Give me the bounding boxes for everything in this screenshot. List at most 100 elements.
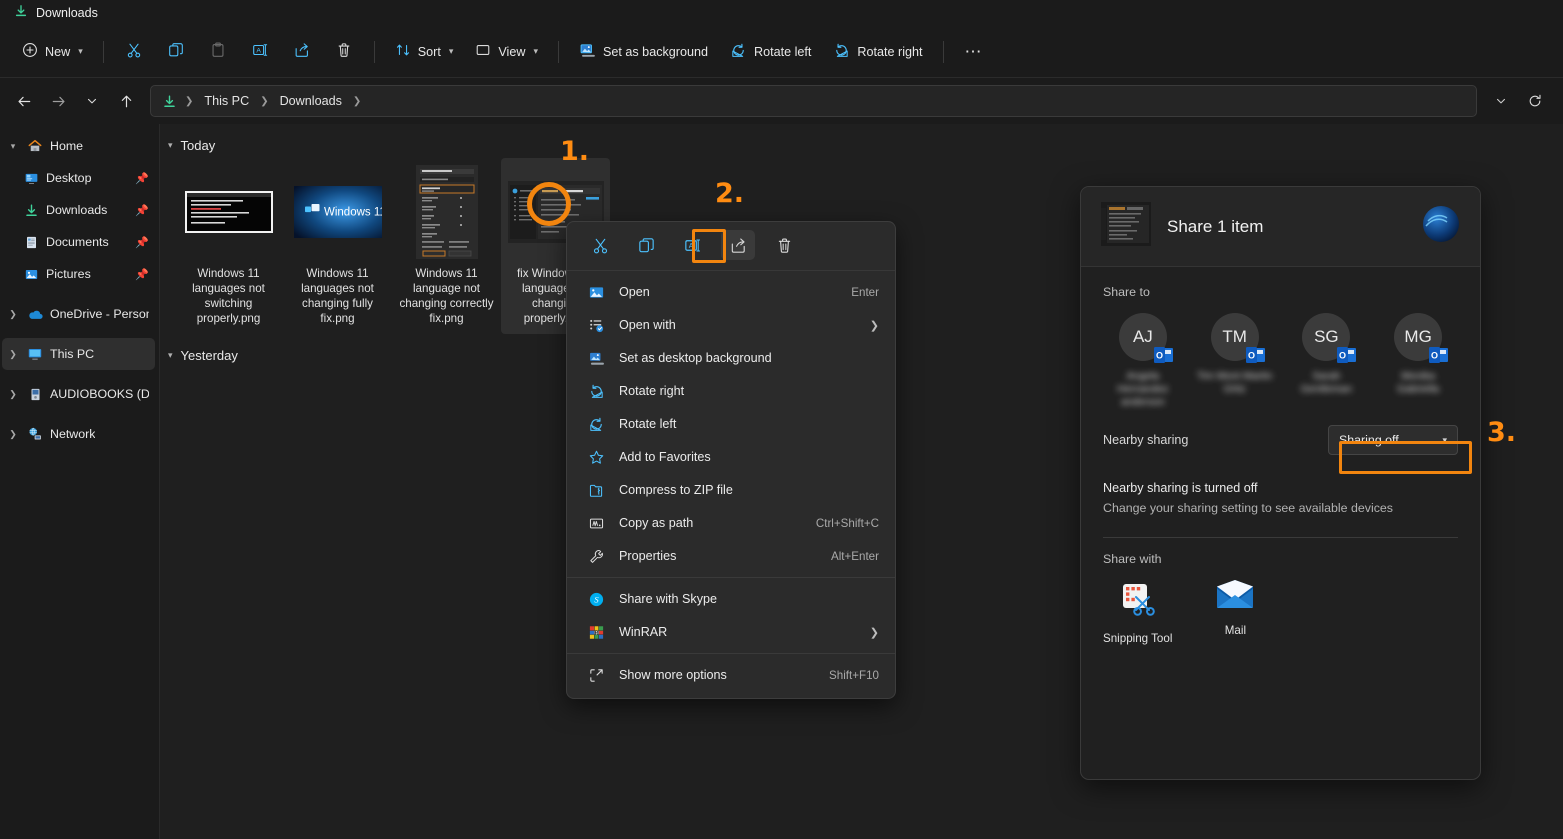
delete-menu-icon[interactable] (767, 230, 801, 260)
chevron-down-icon[interactable]: ▾ (2, 141, 24, 152)
chevron-down-icon[interactable]: ▾ (168, 140, 173, 151)
address-bar-actions (1485, 85, 1551, 117)
rename-button[interactable]: A (240, 35, 280, 69)
recent-locations-button[interactable] (76, 85, 108, 117)
cut-menu-icon[interactable] (583, 230, 617, 260)
file-tile[interactable]: Windows 11 Windows 11 languages not chan… (283, 158, 392, 334)
chevron-right-icon[interactable]: ❯ (2, 389, 24, 400)
breadcrumb-downloads[interactable]: Downloads (274, 91, 348, 111)
sidebar-item-this-pc[interactable]: ❯ This PC (2, 338, 155, 370)
pin-icon[interactable]: 📌 (135, 268, 149, 281)
file-name: Windows 11 languages not changing fully … (301, 267, 374, 325)
copy-button[interactable] (156, 35, 196, 69)
cut-button[interactable] (114, 35, 154, 69)
sort-button[interactable]: Sort ▾ (385, 35, 464, 69)
chevron-right-icon[interactable]: ❯ (2, 429, 24, 440)
previous-locations-button[interactable] (1485, 85, 1517, 117)
up-button[interactable] (110, 85, 142, 117)
plus-circle-icon (22, 42, 38, 61)
context-item-open-with[interactable]: Open with ❯ (571, 309, 891, 341)
rotate-left-button[interactable]: Rotate left (720, 35, 821, 69)
chevron-down-icon[interactable]: ▾ (168, 350, 173, 361)
thumbnail-terminal (181, 164, 277, 260)
sidebar-item-audiobooks[interactable]: ❯ AUDIOBOOKS (D:) (2, 378, 155, 410)
refresh-button[interactable] (1519, 85, 1551, 117)
chevron-right-icon[interactable]: ❯ (2, 349, 24, 360)
sidebar-item-downloads[interactable]: Downloads 📌 (2, 194, 155, 226)
context-item-copy-as-path[interactable]: Copy as path Ctrl+Shift+C (571, 507, 891, 539)
outlook-badge-icon: O (1337, 346, 1357, 364)
delete-button[interactable] (324, 35, 364, 69)
back-button[interactable] (8, 85, 40, 117)
rotate-right-button[interactable]: Rotate right (823, 35, 932, 69)
pin-icon[interactable]: 📌 (135, 172, 149, 185)
context-item-add-to-favorites[interactable]: Add to Favorites (571, 441, 891, 473)
star-icon (585, 449, 607, 466)
sidebar-item-pictures[interactable]: Pictures 📌 (2, 258, 155, 290)
context-item-rotate-right[interactable]: Rotate right (571, 375, 891, 407)
pictures-icon (20, 267, 42, 282)
rotate-left-icon (730, 42, 747, 62)
chevron-right-icon[interactable]: ❯ (2, 309, 24, 320)
pin-icon[interactable]: 📌 (135, 204, 149, 217)
sidebar-item-home[interactable]: ▾ Home (2, 130, 155, 162)
account-avatar[interactable] (1422, 205, 1460, 248)
avatar-initials: TM (1222, 327, 1247, 346)
thumbnail-windows-logo: Windows 11 (290, 164, 386, 260)
share-button[interactable] (282, 35, 322, 69)
sidebar-item-onedrive[interactable]: ❯ OneDrive - Personal (2, 298, 155, 330)
contact-name: Sarah Gentleman (1300, 370, 1353, 395)
new-button[interactable]: New ▾ (12, 35, 93, 69)
context-item-label: WinRAR (619, 625, 668, 639)
context-item-set-as-desktop-background[interactable]: Set as desktop background (571, 342, 891, 374)
contact-item[interactable]: TM O Tim Mont Martin Ortiz (1189, 313, 1281, 409)
context-item-open[interactable]: Open Enter (571, 276, 891, 308)
avatar: TM O (1210, 313, 1265, 363)
delete-icon (335, 41, 353, 62)
sort-icon (395, 42, 411, 61)
contact-name: Monika Gabriella (1397, 370, 1440, 395)
forward-button[interactable] (42, 85, 74, 117)
open-with-icon (585, 317, 607, 334)
app-snipping-tool[interactable]: Snipping Tool (1103, 580, 1172, 645)
documents-icon (20, 235, 42, 250)
sidebar-item-documents[interactable]: Documents 📌 (2, 226, 155, 258)
file-tile[interactable]: Windows 11 language not changing correct… (392, 158, 501, 334)
onedrive-icon (24, 306, 46, 323)
rotate-right-icon (833, 42, 850, 62)
breadcrumb-this-pc[interactable]: This PC (198, 91, 255, 111)
contact-item[interactable]: MG O Monika Gabriella (1372, 313, 1464, 409)
share-to-label: Share to (1103, 285, 1150, 299)
rotate-right-label: Rotate right (857, 44, 923, 59)
context-item-properties[interactable]: Properties Alt+Enter (571, 540, 891, 572)
view-button[interactable]: View ▾ (465, 35, 548, 69)
copy-menu-icon[interactable] (629, 230, 663, 260)
sidebar-item-label: OneDrive - Personal (50, 307, 149, 321)
address-bar[interactable]: ❯ This PC ❯ Downloads ❯ (150, 85, 1477, 117)
contact-item[interactable]: AJ O Angela Hernandez anderson (1097, 313, 1189, 409)
paste-icon (209, 41, 227, 62)
sidebar-item-desktop[interactable]: Desktop 📌 (2, 162, 155, 194)
address-bar-row: ❯ This PC ❯ Downloads ❯ (0, 78, 1563, 124)
sidebar-item-network[interactable]: ❯ Network (2, 418, 155, 450)
context-item-rotate-left[interactable]: Rotate left (571, 408, 891, 440)
copy-icon (167, 41, 185, 62)
share-menu-icon[interactable] (721, 230, 755, 260)
app-mail[interactable]: Mail (1216, 580, 1254, 645)
file-name: Windows 11 languages not switching prope… (192, 267, 265, 325)
see-more-button[interactable]: ⋯ (954, 35, 995, 69)
pin-icon[interactable]: 📌 (135, 236, 149, 249)
paste-button[interactable] (198, 35, 238, 69)
downloads-icon (20, 203, 42, 218)
context-item-winrar[interactable]: R WinRAR ❯ (571, 616, 891, 648)
context-item-share-with-skype[interactable]: S Share with Skype (571, 583, 891, 615)
contact-item[interactable]: SG O Sarah Gentleman (1281, 313, 1373, 409)
context-item-label: Copy as path (619, 516, 694, 530)
file-tile[interactable]: Windows 11 languages not switching prope… (174, 158, 283, 334)
network-icon (24, 426, 46, 442)
svg-text:O: O (1339, 351, 1346, 361)
set-as-background-button[interactable]: Set as background (569, 35, 718, 69)
context-item-show-more-options[interactable]: Show more options Shift+F10 (571, 659, 891, 691)
group-header-today[interactable]: ▾ Today (160, 132, 1563, 158)
context-item-compress-to-zip[interactable]: Compress to ZIP file (571, 474, 891, 506)
